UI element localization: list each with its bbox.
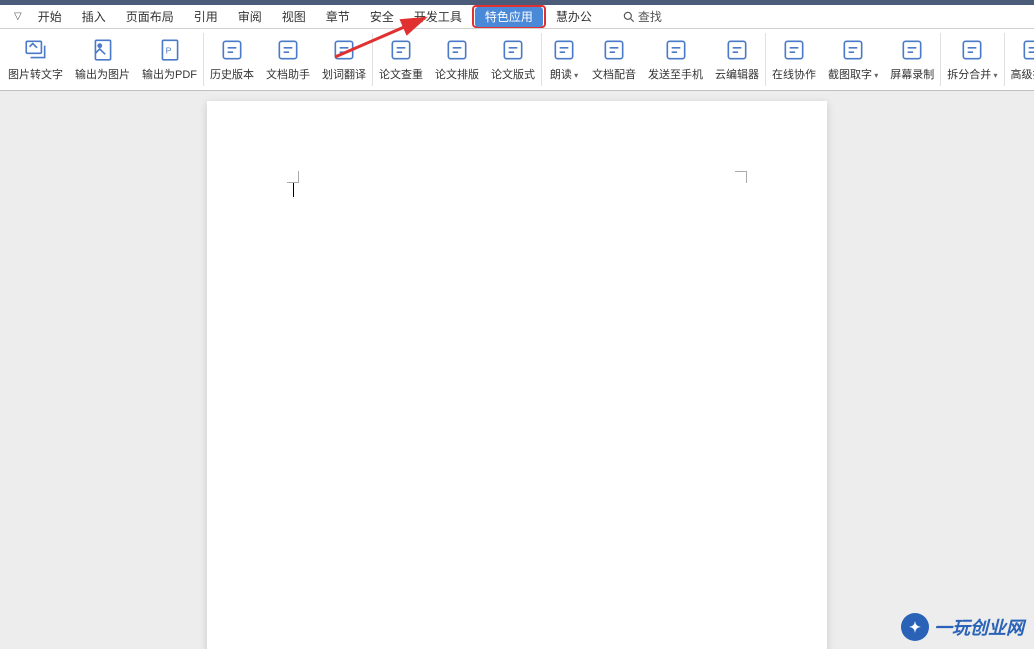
tool-label: 文档助手	[266, 66, 310, 82]
menu-tab-4[interactable]: 审阅	[228, 5, 272, 28]
tool-icon	[663, 37, 689, 63]
tool-label: 划词翻译	[322, 66, 366, 82]
tool-icon	[959, 37, 985, 63]
tool-group-4: 在线协作截图取字屏幕录制	[766, 33, 941, 86]
tool-icon	[275, 37, 301, 63]
margin-corner-tl	[287, 171, 299, 183]
menu-tab-9[interactable]: 特色应用	[475, 7, 543, 27]
menu-tab-2[interactable]: 页面布局	[116, 5, 184, 28]
ribbon-toolbar: 图片转文字输出为图片 P 输出为PDF 历史版本文档助手划词翻译论文查重论文排版论文版…	[0, 29, 1034, 91]
highlight-annotation: 特色应用	[472, 5, 546, 28]
tool-group-0: 图片转文字输出为图片 P 输出为PDF	[2, 33, 204, 86]
tool-icon	[331, 37, 357, 63]
document-workspace[interactable]	[0, 91, 1034, 649]
tool-icon	[444, 37, 470, 63]
tool-label: 论文查重	[379, 66, 423, 82]
tool-屏幕录制[interactable]: 屏幕录制	[884, 35, 940, 84]
tool-论文版式[interactable]: 论文版式	[485, 35, 541, 84]
menu-bar: ▽ 开始插入页面布局引用审阅视图章节安全开发工具特色应用慧办公 查找	[0, 5, 1034, 29]
tool-label: 论文排版	[435, 66, 479, 82]
tool-label: 云编辑器	[715, 66, 759, 82]
tool-输出为PDF[interactable]: P 输出为PDF	[136, 35, 203, 84]
margin-corner-tr	[735, 171, 747, 183]
tool-icon	[781, 37, 807, 63]
tool-论文排版[interactable]: 论文排版	[429, 35, 485, 84]
menu-tab-1[interactable]: 插入	[72, 5, 116, 28]
tool-icon: P	[157, 37, 183, 63]
tool-文档助手[interactable]: 文档助手	[260, 35, 316, 84]
tool-label: 历史版本	[210, 66, 254, 82]
tool-icon	[90, 37, 116, 63]
tool-论文查重[interactable]: 论文查重	[373, 35, 429, 84]
tool-在线协作[interactable]: 在线协作	[766, 35, 822, 84]
menu-tab-10[interactable]: 慧办公	[546, 5, 602, 28]
tool-label: 朗读	[550, 66, 578, 82]
document-page[interactable]	[207, 101, 827, 649]
tool-label: 图片转文字	[8, 66, 63, 82]
search-label: 查找	[638, 8, 662, 25]
tool-截图取字[interactable]: 截图取字	[822, 35, 884, 84]
tool-朗读[interactable]: 朗读	[542, 35, 586, 84]
tool-label: 输出为图片	[75, 66, 130, 82]
tool-icon	[23, 37, 49, 63]
tool-group-2: 论文查重论文排版论文版式	[373, 33, 542, 86]
tool-label: 论文版式	[491, 66, 535, 82]
tool-icon	[899, 37, 925, 63]
tool-icon	[500, 37, 526, 63]
tool-图片转文字[interactable]: 图片转文字	[2, 35, 69, 84]
tool-icon	[840, 37, 866, 63]
tool-group-1: 历史版本文档助手划词翻译	[204, 33, 373, 86]
tool-icon	[1020, 37, 1034, 63]
tool-历史版本[interactable]: 历史版本	[204, 35, 260, 84]
svg-text:P: P	[165, 45, 171, 55]
tool-label: 屏幕录制	[890, 66, 934, 82]
tool-划词翻译[interactable]: 划词翻译	[316, 35, 372, 84]
tool-高级打印[interactable]: 高级打印	[1005, 35, 1034, 84]
watermark-badge-icon: ✦	[901, 613, 929, 641]
tool-文档配音[interactable]: 文档配音	[586, 35, 642, 84]
watermark: ✦ 一玩创业网	[901, 613, 1024, 641]
menu-tab-8[interactable]: 开发工具	[404, 5, 472, 28]
menu-tab-3[interactable]: 引用	[184, 5, 228, 28]
search-button[interactable]: 查找	[622, 8, 662, 25]
tool-输出为图片[interactable]: 输出为图片	[69, 35, 136, 84]
tool-label: 输出为PDF	[142, 66, 197, 82]
tool-icon	[724, 37, 750, 63]
tool-label: 在线协作	[772, 66, 816, 82]
tool-group-5: 拆分合并	[941, 33, 1004, 86]
menu-tab-6[interactable]: 章节	[316, 5, 360, 28]
tool-label: 发送至手机	[648, 66, 703, 82]
tool-label: 截图取字	[828, 66, 878, 82]
tool-label: 拆分合并	[947, 66, 997, 82]
tool-云编辑器[interactable]: 云编辑器	[709, 35, 765, 84]
watermark-text: 一玩创业网	[934, 614, 1024, 640]
tool-icon	[551, 37, 577, 63]
tool-icon	[388, 37, 414, 63]
menu-tab-7[interactable]: 安全	[360, 5, 404, 28]
search-icon	[622, 10, 636, 24]
tool-group-3: 朗读文档配音发送至手机云编辑器	[542, 33, 766, 86]
quick-menu-dropdown[interactable]: ▽	[8, 11, 28, 22]
tool-icon	[601, 37, 627, 63]
menu-tab-0[interactable]: 开始	[28, 5, 72, 28]
menu-tab-5[interactable]: 视图	[272, 5, 316, 28]
tool-label: 高级打印	[1011, 66, 1034, 82]
text-cursor	[293, 183, 294, 197]
tool-拆分合并[interactable]: 拆分合并	[941, 35, 1003, 84]
tool-发送至手机[interactable]: 发送至手机	[642, 35, 709, 84]
tool-icon	[219, 37, 245, 63]
tool-label: 文档配音	[592, 66, 636, 82]
tool-group-6: 高级打印全文翻译图片转PDF	[1005, 33, 1034, 86]
